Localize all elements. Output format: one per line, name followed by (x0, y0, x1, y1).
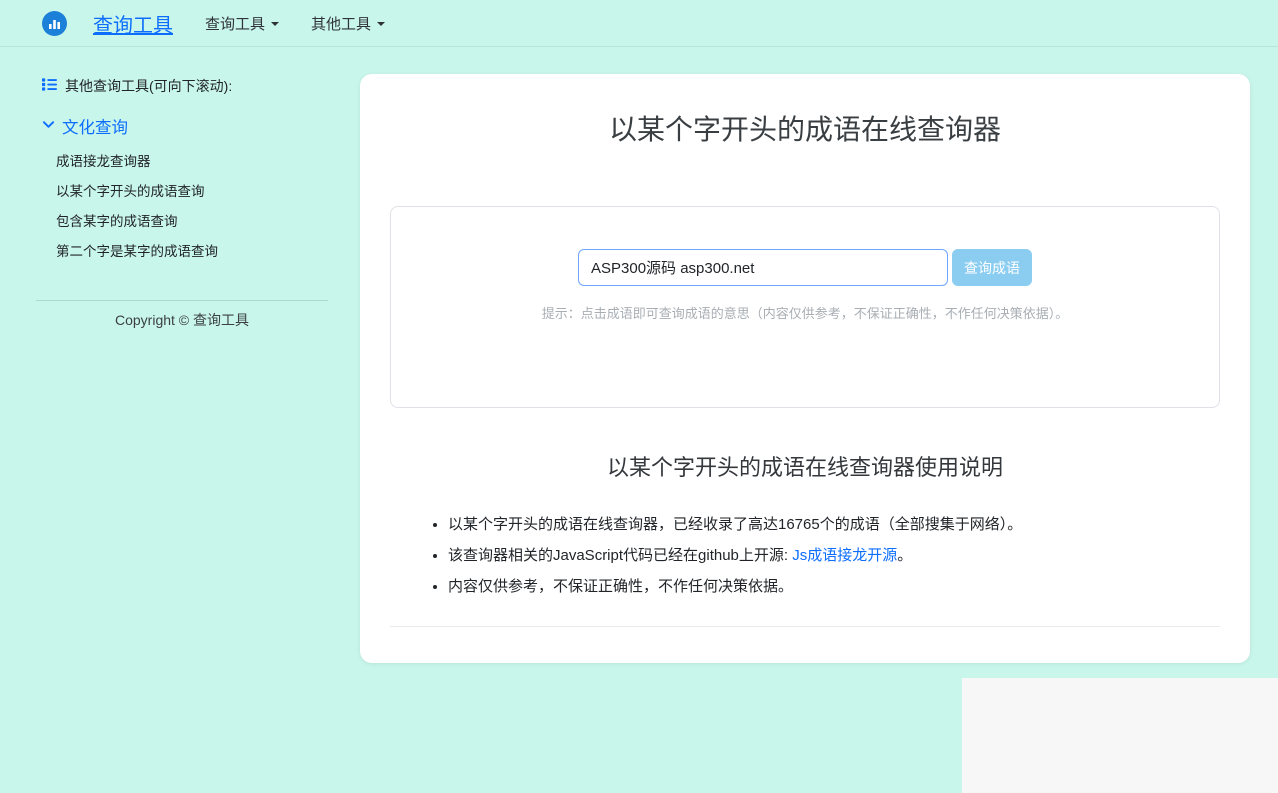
instruction-item: 以某个字开头的成语在线查询器，已经收录了高达16765个的成语（全部搜集于网络）… (448, 514, 1190, 536)
brand-link[interactable]: 查询工具 (93, 9, 173, 38)
nav-item-query-tools[interactable]: 查询工具 (205, 13, 279, 34)
caret-down-icon (271, 22, 279, 26)
instruction-text: 以某个字开头的成语在线查询器，已经收录了高达16765个的成语（全部搜集于网络）… (448, 516, 1022, 533)
search-input-group: 查询成语 (391, 249, 1219, 286)
caret-down-icon (377, 22, 385, 26)
sidebar-tool-list: 成语接龙查询器 以某个字开头的成语查询 包含某字的成语查询 第二个字是某字的成语… (36, 152, 328, 262)
sidebar-category-culture[interactable]: 文化查询 (36, 114, 328, 138)
sidebar: 其他查询工具(可向下滚动): 文化查询 成语接龙查询器 以某个字开头的成语查询 … (36, 76, 328, 330)
nav-item-label: 其他工具 (311, 13, 371, 34)
sidebar-item-idiom-second-char[interactable]: 第二个字是某字的成语查询 (36, 242, 328, 262)
instruction-item: 内容仅供参考，不保证正确性，不作任何决策依据。 (448, 576, 1190, 598)
instruction-text: 内容仅供参考，不保证正确性，不作任何决策依据。 (448, 578, 793, 595)
nav-item-label: 查询工具 (205, 13, 265, 34)
search-panel: 查询成语 提示：点击成语即可查询成语的意思（内容仅供参考，不保证正确性，不作任何… (390, 206, 1220, 408)
content-card: 以某个字开头的成语在线查询器 查询成语 提示：点击成语即可查询成语的意思（内容仅… (360, 74, 1250, 663)
instruction-text: 该查询器相关的JavaScript代码已经在github上开源: (448, 547, 792, 564)
instructions-title: 以某个字开头的成语在线查询器使用说明 (360, 450, 1250, 482)
sidebar-heading: 其他查询工具(可向下滚动): (36, 76, 328, 96)
github-opensource-link[interactable]: Js成语接龙开源 (792, 547, 897, 564)
site-logo-icon[interactable] (42, 11, 67, 36)
query-idiom-button[interactable]: 查询成语 (952, 249, 1032, 286)
chevron-down-icon (42, 117, 55, 136)
sidebar-item-idiom-solitaire[interactable]: 成语接龙查询器 (36, 152, 328, 172)
instructions-list: 以某个字开头的成语在线查询器，已经收录了高达16765个的成语（全部搜集于网络）… (360, 514, 1250, 598)
ad-placeholder (962, 678, 1278, 793)
sidebar-item-idiom-starts-with[interactable]: 以某个字开头的成语查询 (36, 182, 328, 202)
search-hint: 提示：点击成语即可查询成语的意思（内容仅供参考，不保证正确性，不作任何决策依据）… (391, 303, 1219, 322)
navbar: 查询工具 查询工具 其他工具 (0, 0, 1278, 47)
card-bottom-divider (390, 626, 1220, 627)
list-icon (42, 77, 57, 95)
sidebar-item-idiom-contains[interactable]: 包含某字的成语查询 (36, 212, 328, 232)
instruction-text: 。 (897, 547, 912, 564)
sidebar-divider (36, 300, 328, 301)
nav-item-other-tools[interactable]: 其他工具 (311, 13, 385, 34)
page-title: 以某个字开头的成语在线查询器 (360, 108, 1250, 148)
copyright-text: Copyright © 查询工具 (36, 310, 328, 330)
sidebar-heading-label: 其他查询工具(可向下滚动): (65, 76, 232, 96)
instruction-item: 该查询器相关的JavaScript代码已经在github上开源: Js成语接龙开… (448, 545, 1190, 567)
search-input[interactable] (578, 249, 948, 286)
sidebar-category-label: 文化查询 (62, 114, 128, 138)
